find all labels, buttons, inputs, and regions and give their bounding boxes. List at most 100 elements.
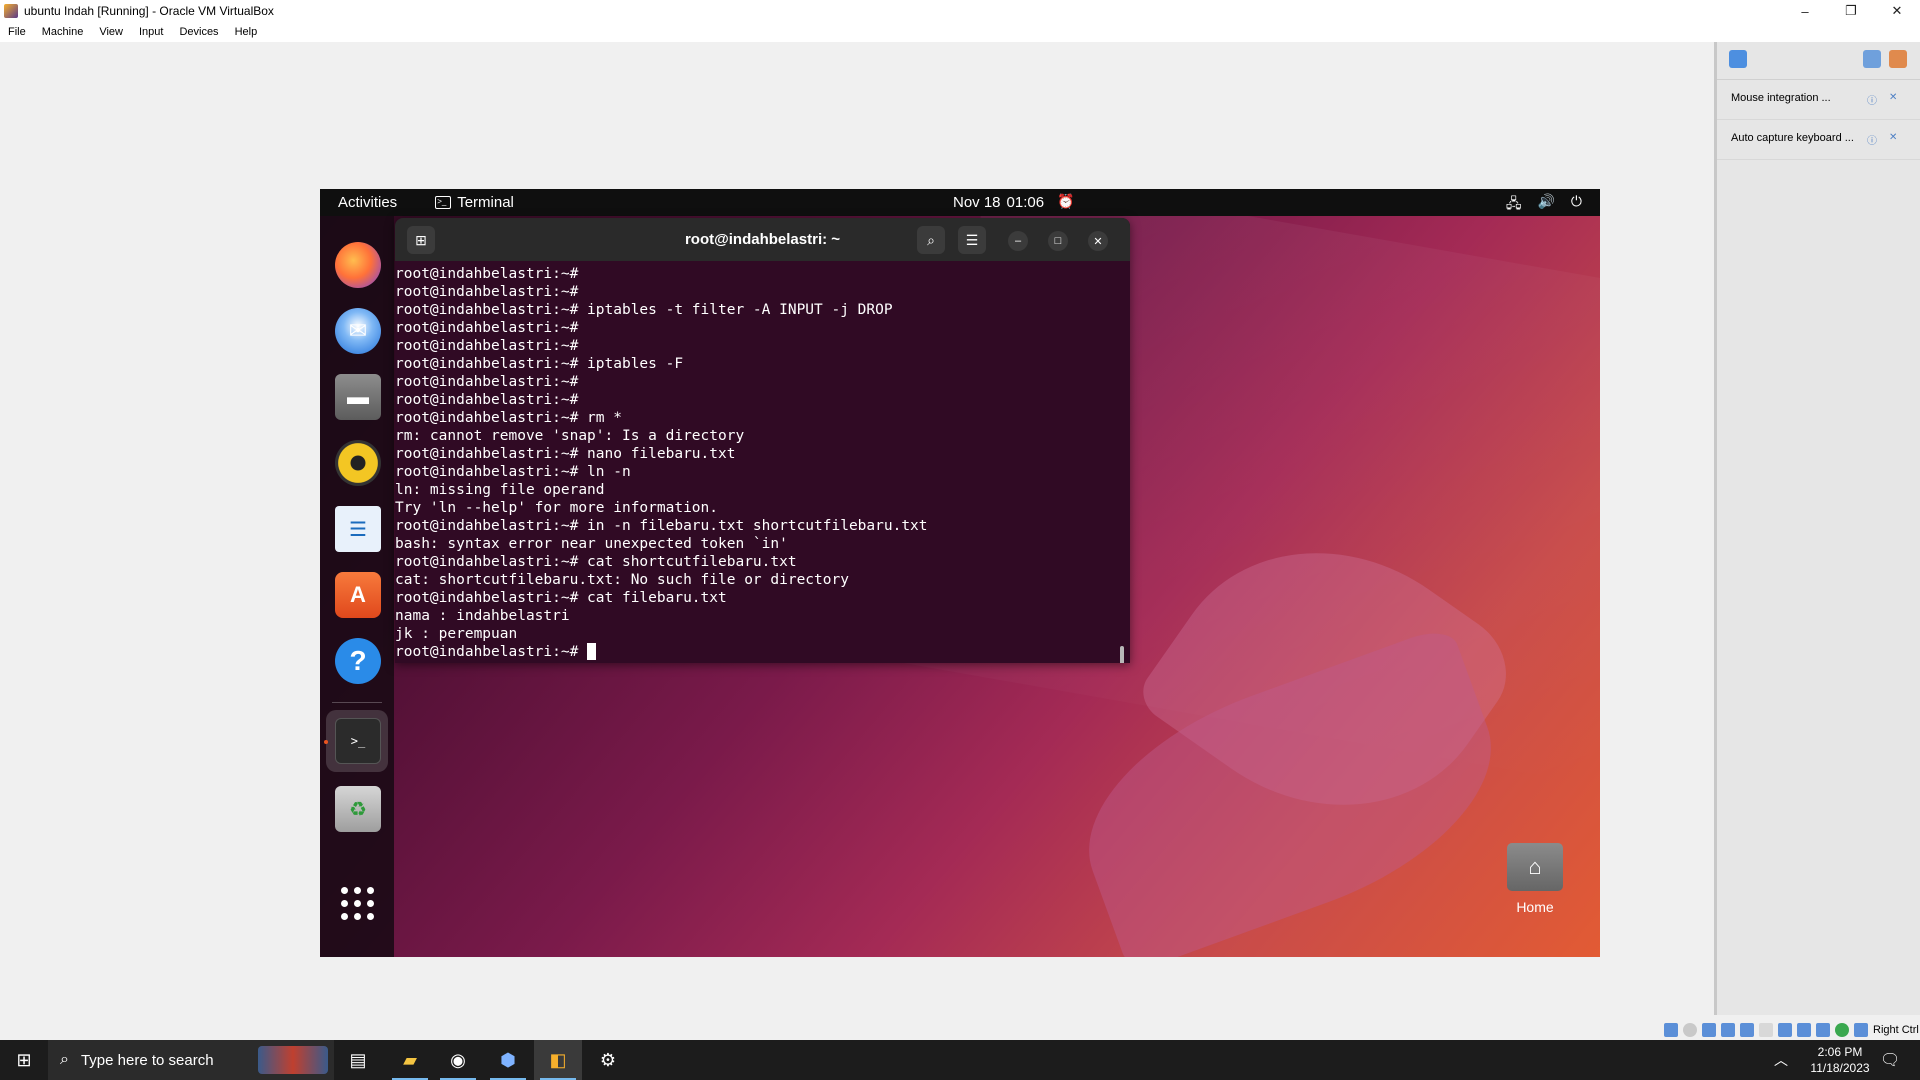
clear-all-icon[interactable] bbox=[1889, 50, 1907, 68]
time-label: 01:06 bbox=[1006, 194, 1045, 211]
guest-screen[interactable]: Activities >_ Terminal Nov 18 01:06 ⏰ 🖧 … bbox=[320, 189, 1600, 957]
terminal-line: root@indahbelastri:~# bbox=[395, 374, 579, 390]
audio-icon[interactable] bbox=[1702, 1023, 1716, 1037]
terminal-prompt-line[interactable]: root@indahbelastri:~# bbox=[395, 643, 1130, 661]
terminal-line: cat: shortcutfilebaru.txt: No such file … bbox=[395, 572, 849, 588]
display-icon[interactable] bbox=[1778, 1023, 1792, 1037]
trash-icon[interactable]: ♻ bbox=[335, 786, 381, 832]
terminal-close-button[interactable]: ✕ bbox=[1088, 231, 1108, 251]
terminal-line: root@indahbelastri:~# rm * bbox=[395, 410, 622, 426]
keyboard-capture-icon[interactable] bbox=[1854, 1023, 1868, 1037]
minimize-button[interactable]: – bbox=[1782, 0, 1828, 22]
firefox-icon[interactable] bbox=[335, 242, 381, 288]
alarm-icon: ⏰ bbox=[1057, 193, 1075, 209]
file-explorer-icon[interactable]: ▰ bbox=[386, 1040, 434, 1080]
app-menu-label: Terminal bbox=[457, 194, 514, 211]
usb-icon[interactable] bbox=[1740, 1023, 1754, 1037]
notification-text: Auto capture keyboard ... bbox=[1731, 132, 1854, 144]
menu-machine[interactable]: Machine bbox=[34, 26, 92, 38]
terminal-line: root@indahbelastri:~# cat shortcutfileba… bbox=[395, 554, 797, 570]
task-view-icon[interactable]: ▤ bbox=[334, 1040, 382, 1080]
terminal-small-icon: >_ bbox=[435, 196, 452, 209]
terminal-cursor bbox=[587, 643, 597, 660]
host-title-bar: ubuntu Indah [Running] - Oracle VM Virtu… bbox=[0, 0, 1920, 22]
power-icon[interactable]: ⏻ bbox=[1571, 193, 1582, 217]
host-menu-bar: File Machine View Input Devices Help bbox=[0, 22, 1920, 42]
info-icon: ⓘ bbox=[1867, 136, 1877, 147]
menu-view[interactable]: View bbox=[91, 26, 131, 38]
close-icon[interactable]: ✕ bbox=[1889, 92, 1901, 104]
terminal-line: root@indahbelastri:~# cat filebaru.txt bbox=[395, 590, 727, 606]
terminal-line: Try 'ln --help' for more information. bbox=[395, 500, 719, 516]
terminal-line: bash: syntax error near unexpected token… bbox=[395, 536, 788, 552]
panel-header bbox=[1717, 42, 1920, 80]
activities-button[interactable]: Activities bbox=[338, 194, 397, 211]
terminal-line: rm: cannot remove 'snap': Is a directory bbox=[395, 428, 745, 444]
menu-file[interactable]: File bbox=[0, 26, 34, 38]
notification-text: Mouse integration ... bbox=[1731, 92, 1831, 104]
notification-center-icon[interactable] bbox=[1729, 50, 1747, 68]
menu-help[interactable]: Help bbox=[227, 26, 266, 38]
libreoffice-writer-icon[interactable]: ☰ bbox=[335, 506, 381, 552]
search-placeholder: Type here to search bbox=[80, 1051, 214, 1069]
terminal-scrollbar[interactable] bbox=[1120, 646, 1124, 663]
volume-icon[interactable]: 🔊 bbox=[1537, 193, 1554, 217]
terminal-line: root@indahbelastri:~# ln -n bbox=[395, 464, 631, 480]
shared-folders-icon[interactable] bbox=[1759, 1023, 1773, 1037]
app-center-icon[interactable]: A bbox=[335, 572, 381, 618]
taskbar-clock[interactable]: 2:06 PM 11/18/2023 bbox=[1800, 1044, 1880, 1076]
notification-item[interactable]: Mouse integration ... ⓘ ✕ bbox=[1717, 80, 1920, 120]
search-icon[interactable]: ⌕ bbox=[917, 226, 945, 254]
vm-display-area: Activities >_ Terminal Nov 18 01:06 ⏰ 🖧 … bbox=[0, 42, 1714, 1040]
notification-item[interactable]: Auto capture keyboard ... ⓘ ✕ bbox=[1717, 120, 1920, 160]
vbox-status-bar: Right Ctrl bbox=[1662, 1020, 1920, 1040]
network-adapter-icon[interactable] bbox=[1721, 1023, 1735, 1037]
app-menu-terminal[interactable]: >_ Terminal bbox=[435, 194, 514, 211]
hamburger-menu-icon[interactable]: ☰ bbox=[958, 226, 986, 254]
terminal-minimize-button[interactable]: – bbox=[1008, 231, 1028, 251]
terminal-line: root@indahbelastri:~# bbox=[395, 284, 579, 300]
ubuntu-dock: ✉ ▬ ☰ A ? >_ ♻ bbox=[320, 216, 394, 957]
show-apps-icon[interactable] bbox=[341, 887, 375, 921]
date-time-menu[interactable]: Nov 18 01:06 bbox=[953, 194, 1044, 211]
chevron-up-icon[interactable]: ︿ bbox=[1774, 1050, 1788, 1070]
hard-disk-icon[interactable] bbox=[1664, 1023, 1678, 1037]
recording-icon[interactable] bbox=[1797, 1023, 1811, 1037]
close-button[interactable]: ✕ bbox=[1874, 0, 1920, 22]
terminal-header-bar[interactable]: ⊞ root@indahbelastri: ~ ⌕ ☰ – □ ✕ bbox=[395, 218, 1130, 261]
terminal-line: root@indahbelastri:~# in -n filebaru.txt… bbox=[395, 518, 928, 534]
menu-devices[interactable]: Devices bbox=[171, 26, 226, 38]
system-tray[interactable]: 🖧 🔊 ⏻ bbox=[1506, 193, 1582, 217]
restore-button[interactable]: ❐ bbox=[1828, 0, 1874, 22]
info-icon: ⓘ bbox=[1867, 96, 1877, 107]
help-icon[interactable]: ? bbox=[335, 638, 381, 684]
cpu-icon[interactable] bbox=[1816, 1023, 1830, 1037]
files-icon[interactable]: ▬ bbox=[335, 374, 381, 420]
vm-window-icon[interactable]: ◧ bbox=[534, 1040, 582, 1080]
action-center-icon[interactable]: 🗨 bbox=[1880, 1050, 1900, 1070]
browser-icon[interactable]: ◉ bbox=[434, 1040, 482, 1080]
rhythmbox-icon[interactable] bbox=[335, 440, 381, 486]
network-icon[interactable]: 🖧 bbox=[1506, 193, 1522, 217]
terminal-maximize-button[interactable]: □ bbox=[1048, 231, 1068, 251]
terminal-output[interactable]: root@indahbelastri:~# root@indahbelastri:… bbox=[395, 261, 1130, 663]
gnome-top-bar: Activities >_ Terminal Nov 18 01:06 ⏰ 🖧 … bbox=[320, 189, 1600, 216]
terminal-line: jk : perempuan bbox=[395, 626, 518, 642]
desktop-home-folder[interactable]: ⌂ Home bbox=[1500, 843, 1570, 915]
sort-icon[interactable] bbox=[1863, 50, 1881, 68]
mouse-integration-icon[interactable] bbox=[1835, 1023, 1849, 1037]
home-folder-label: Home bbox=[1516, 899, 1554, 915]
optical-drive-icon[interactable] bbox=[1683, 1023, 1697, 1037]
virtualbox-icon[interactable]: ⬢ bbox=[484, 1040, 532, 1080]
terminal-icon[interactable]: >_ bbox=[335, 718, 381, 764]
taskbar-search-box[interactable]: ⌕ Type here to search bbox=[48, 1040, 334, 1080]
terminal-line: root@indahbelastri:~# nano filebaru.txt bbox=[395, 446, 736, 462]
close-icon[interactable]: ✕ bbox=[1889, 132, 1901, 144]
settings-icon[interactable]: ⚙ bbox=[584, 1040, 632, 1080]
terminal-line: nama : indahbelastri bbox=[395, 608, 570, 624]
running-indicator bbox=[324, 740, 328, 744]
terminal-window[interactable]: ⊞ root@indahbelastri: ~ ⌕ ☰ – □ ✕ root@i… bbox=[395, 218, 1130, 663]
menu-input[interactable]: Input bbox=[131, 26, 171, 38]
windows-start-icon[interactable]: ⊞ bbox=[0, 1040, 48, 1080]
thunderbird-icon[interactable]: ✉ bbox=[335, 308, 381, 354]
